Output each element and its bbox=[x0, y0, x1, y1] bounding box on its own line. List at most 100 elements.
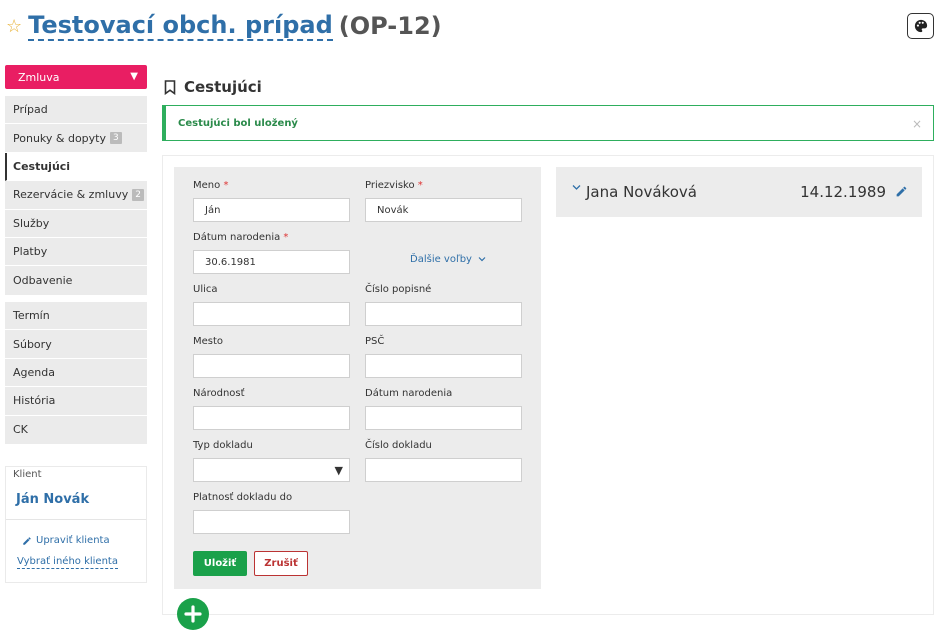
sidebar-nav: Prípad Ponuky & dopyty 3 Cestujúci Rezerv… bbox=[5, 96, 147, 295]
doc-type-select[interactable]: ▼ bbox=[193, 458, 350, 482]
cancel-button[interactable]: Zrušiť bbox=[254, 551, 308, 576]
sidebar-item-sluzby[interactable]: Služby bbox=[5, 210, 147, 238]
field-label: Dátum narodenia * bbox=[193, 232, 289, 243]
doc-valid-input[interactable] bbox=[193, 510, 350, 534]
sidebar-item-label: Odbavenie bbox=[13, 274, 73, 288]
close-icon[interactable]: × bbox=[912, 117, 922, 131]
field-label: Číslo dokladu bbox=[365, 440, 432, 451]
palette-button[interactable] bbox=[907, 13, 934, 39]
street-input[interactable] bbox=[193, 302, 350, 326]
birth-date-2-field-group: Dátum narodenia bbox=[365, 388, 522, 430]
field-label: Mesto bbox=[193, 336, 224, 347]
save-button[interactable]: Uložiť bbox=[193, 551, 247, 576]
palette-icon bbox=[914, 19, 927, 33]
sidebar-item-rezervacie[interactable]: Rezervácie & zmluvy 2 bbox=[5, 181, 147, 210]
bookmark-icon bbox=[164, 79, 176, 95]
sidebar-item-label: Prípad bbox=[13, 103, 48, 117]
chevron-down-icon bbox=[478, 257, 486, 262]
field-label: Platnosť dokladu do bbox=[193, 492, 293, 503]
doc-number-field-group: Číslo dokladu bbox=[365, 440, 522, 482]
case-title-link[interactable]: Testovací obch. prípad bbox=[28, 11, 333, 41]
add-traveler-button[interactable] bbox=[177, 598, 209, 630]
sidebar-item-label: Služby bbox=[13, 216, 50, 230]
last-name-input[interactable]: Novák bbox=[365, 198, 522, 222]
sidebar-item-pripad[interactable]: Prípad bbox=[5, 96, 147, 125]
contract-select-label: Zmluva bbox=[18, 70, 60, 84]
birth-date-2-input[interactable] bbox=[365, 406, 522, 430]
more-options-label: Ďalšie voľby bbox=[410, 254, 472, 265]
pencil-icon[interactable] bbox=[895, 185, 908, 198]
sidebar-item-label: Cestujúci bbox=[13, 159, 71, 173]
sidebar-item-label: Termín bbox=[13, 309, 50, 323]
field-label: Ulica bbox=[193, 284, 218, 295]
edit-client-link[interactable]: Upraviť klienta bbox=[22, 535, 110, 546]
alert-message: Cestujúci bol uložený bbox=[178, 117, 298, 129]
zip-input[interactable] bbox=[365, 354, 522, 378]
success-alert: Cestujúci bol uložený × bbox=[162, 105, 934, 141]
traveler-name: Jana Nováková bbox=[586, 183, 697, 201]
pencil-icon bbox=[23, 536, 31, 545]
case-code: (OP-12) bbox=[338, 12, 442, 40]
sidebar-item-label: CK bbox=[13, 423, 28, 437]
sidebar-item-label: Agenda bbox=[13, 365, 55, 379]
field-label: Priezvisko * bbox=[365, 180, 423, 191]
section-title: Cestujúci bbox=[184, 78, 262, 96]
plus-icon bbox=[184, 605, 202, 623]
contract-select[interactable]: Zmluva ▼ bbox=[5, 65, 147, 89]
sidebar-item-label: Ponuky & dopyty bbox=[13, 131, 107, 145]
birth-date-input[interactable]: 30.6.1981 bbox=[193, 250, 350, 274]
zip-field-group: PSČ bbox=[365, 336, 522, 378]
sidebar-item-ck[interactable]: CK bbox=[5, 416, 147, 444]
city-field-group: Mesto bbox=[193, 336, 350, 378]
sidebar-item-ponuky[interactable]: Ponuky & dopyty 3 bbox=[5, 124, 147, 153]
sidebar-item-platby[interactable]: Platby bbox=[5, 238, 147, 267]
divider bbox=[6, 519, 146, 520]
star-icon[interactable]: ☆ bbox=[6, 16, 22, 37]
caret-down-icon: ▼ bbox=[130, 71, 138, 82]
client-name[interactable]: Ján Novák bbox=[16, 492, 89, 507]
traveler-birth-date: 14.12.1989 bbox=[800, 183, 886, 201]
field-label: Národnosť bbox=[193, 388, 245, 399]
client-card: Klient Ján Novák Upraviť klienta Vybrať … bbox=[5, 466, 147, 583]
count-badge: 3 bbox=[110, 132, 122, 145]
edit-client-label: Upraviť klienta bbox=[36, 535, 110, 546]
sidebar-item-odbavenie[interactable]: Odbavenie bbox=[5, 266, 147, 294]
doc-valid-field-group: Platnosť dokladu do bbox=[193, 492, 350, 534]
doc-type-field-group: Typ dokladu ▼ bbox=[193, 440, 350, 482]
field-label: Dátum narodenia bbox=[365, 388, 453, 399]
sidebar-nav-secondary: Termín Súbory Agenda História CK bbox=[5, 302, 147, 444]
page-header: ☆ Testovací obch. prípad (OP-12) bbox=[6, 8, 442, 44]
sidebar-item-label: Rezervácie & zmluvy bbox=[13, 188, 129, 202]
sidebar-item-termin[interactable]: Termín bbox=[5, 302, 147, 331]
field-label: Meno * bbox=[193, 180, 229, 191]
sidebar-item-label: Súbory bbox=[13, 337, 52, 351]
field-label: PSČ bbox=[365, 336, 385, 347]
nationality-input[interactable] bbox=[193, 406, 350, 430]
house-number-input[interactable] bbox=[365, 302, 522, 326]
birth-date-field-group: Dátum narodenia * 30.6.1981 bbox=[193, 232, 350, 274]
sidebar-item-historia[interactable]: História bbox=[5, 387, 147, 416]
first-name-field-group: Meno * Ján bbox=[193, 180, 350, 222]
first-name-input[interactable]: Ján bbox=[193, 198, 350, 222]
house-number-field-group: Číslo popisné bbox=[365, 284, 522, 326]
select-other-client-link[interactable]: Vybrať iného klienta bbox=[17, 556, 118, 569]
city-input[interactable] bbox=[193, 354, 350, 378]
nationality-field-group: Národnosť bbox=[193, 388, 350, 430]
doc-number-input[interactable] bbox=[365, 458, 522, 482]
sidebar-item-subory[interactable]: Súbory bbox=[5, 330, 147, 359]
last-name-field-group: Priezvisko * Novák bbox=[365, 180, 522, 222]
sidebar-item-label: Platby bbox=[13, 245, 48, 259]
field-label: Typ dokladu bbox=[193, 440, 253, 451]
client-label: Klient bbox=[13, 469, 42, 480]
count-badge: 2 bbox=[132, 188, 144, 201]
field-label: Číslo popisné bbox=[365, 284, 432, 295]
street-field-group: Ulica bbox=[193, 284, 350, 326]
more-options-link[interactable]: Ďalšie voľby bbox=[410, 254, 486, 265]
sidebar-item-agenda[interactable]: Agenda bbox=[5, 359, 147, 388]
sidebar-item-label: História bbox=[13, 394, 56, 408]
chevron-down-icon bbox=[572, 185, 581, 190]
traveler-card[interactable]: Jana Nováková 14.12.1989 bbox=[556, 167, 922, 217]
caret-down-icon: ▼ bbox=[334, 464, 343, 477]
section-header: Cestujúci bbox=[164, 78, 262, 96]
sidebar-item-cestujuci[interactable]: Cestujúci bbox=[5, 152, 147, 182]
